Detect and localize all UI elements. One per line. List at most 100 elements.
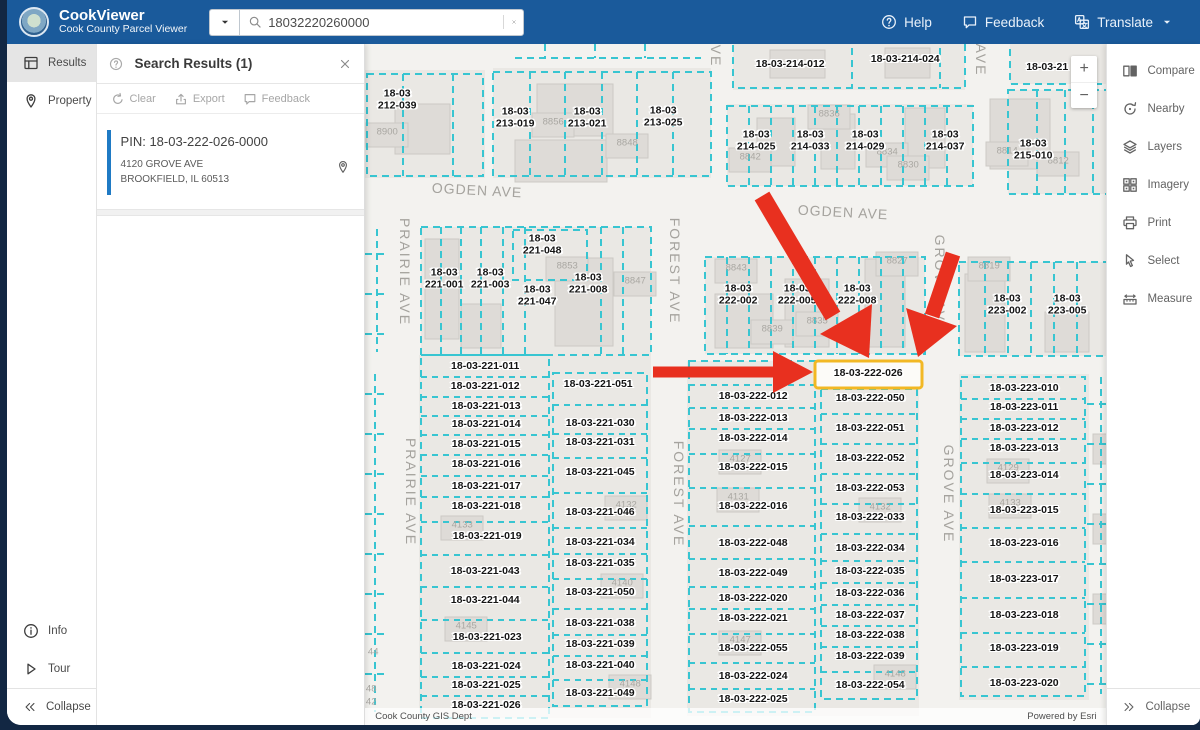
parcel-label[interactable]: 18-03-221-030 <box>566 418 635 430</box>
parcel-label[interactable]: 18-03-222-025 <box>719 694 788 706</box>
parcel-label[interactable]: 18-03-222-014 <box>719 433 788 445</box>
tool-compare-button[interactable]: Compare <box>1107 52 1200 90</box>
parcel-label[interactable]: 18-03-221-016 <box>452 459 521 471</box>
parcel-label[interactable]: 18-03-221-039 <box>566 639 635 651</box>
map-viewport[interactable]: OGDEN AVEOGDEN AVEPRAIRIE AVEPRAIRIE AVE… <box>365 44 1106 725</box>
tool-select-button[interactable]: Select <box>1107 242 1200 280</box>
feedback-button[interactable]: Feedback <box>962 14 1044 30</box>
parcel-label[interactable]: 18-03 221-048 <box>523 233 562 257</box>
sidebar-item-info[interactable]: Info <box>7 612 96 650</box>
parcel-label[interactable]: 18-03-222-020 <box>719 593 788 605</box>
parcel-label[interactable]: 18-03-223-013 <box>990 443 1059 455</box>
parcel-label[interactable]: 18-03-221-045 <box>566 467 635 479</box>
parcel-label[interactable]: 18-03-222-053 <box>836 483 905 495</box>
tool-measure-button[interactable]: Measure <box>1107 280 1200 318</box>
tool-print-button[interactable]: Print <box>1107 204 1200 242</box>
parcel-label[interactable]: 18-03-223-018 <box>990 610 1059 622</box>
parcel-label[interactable]: 18-03-222-048 <box>719 538 788 550</box>
zoom-out-button[interactable]: − <box>1071 82 1097 108</box>
parcel-label[interactable]: 18-03-221-038 <box>566 618 635 630</box>
parcel-label[interactable]: 18-03-222-051 <box>836 423 905 435</box>
parcel-label[interactable]: 18-03-221-012 <box>451 381 520 393</box>
parcel-label[interactable]: 18-03 214-029 <box>846 129 885 153</box>
parcel-label[interactable]: 18-03-223-020 <box>990 678 1059 690</box>
tool-nearby-button[interactable]: Nearby <box>1107 90 1200 128</box>
parcel-label[interactable]: 18-03 214-025 <box>737 129 776 153</box>
parcel-label[interactable]: 18-03-221-034 <box>566 537 635 549</box>
parcel-label[interactable]: 18-03 213-021 <box>568 106 607 130</box>
parcel-label[interactable]: 18-03-222-015 <box>719 462 788 474</box>
parcel-label[interactable]: 18-03-222-055 <box>719 643 788 655</box>
parcel-label[interactable]: 18-03-221-043 <box>451 566 520 578</box>
parcel-label[interactable]: 18-03-222-049 <box>719 568 788 580</box>
parcel-label[interactable]: 18-03-221-025 <box>452 680 521 692</box>
parcel-label[interactable]: 18-03-221-014 <box>452 419 521 431</box>
parcel-label[interactable]: 18-03-221-013 <box>452 401 521 413</box>
parcel-label[interactable]: 18-03-221-035 <box>566 558 635 570</box>
parcel-label[interactable]: 18-03-21 <box>1026 62 1068 74</box>
parcel-label[interactable]: 18-03-221-051 <box>564 379 633 391</box>
parcel-label[interactable]: 18-03-221-040 <box>566 660 635 672</box>
parcel-label[interactable]: 18-03-214-012 <box>756 59 825 71</box>
parcel-label[interactable]: 18-03-222-016 <box>719 501 788 513</box>
sidebar-item-property[interactable]: Property <box>7 82 96 120</box>
result-card[interactable]: PIN: 18-03-222-026-0000 4120 GROVE AVE B… <box>107 128 365 197</box>
left-collapse-button[interactable]: Collapse <box>7 689 96 725</box>
parcel-label[interactable]: 18-03 221-003 <box>471 267 510 291</box>
translate-button[interactable]: Translate <box>1074 14 1174 30</box>
parcel-label[interactable]: 18-03-223-015 <box>990 505 1059 517</box>
parcel-label[interactable]: 18-03-222-0 <box>720 367 777 379</box>
help-button[interactable]: Help <box>881 14 932 30</box>
search-clear-icon[interactable] <box>503 15 517 29</box>
parcel-label[interactable]: 18-03-223-014 <box>990 470 1059 482</box>
panel-help-icon[interactable] <box>109 57 123 71</box>
parcel-label[interactable]: 18-03-221-044 <box>451 595 520 607</box>
parcel-label[interactable]: 18-03 215-010 <box>1014 138 1053 162</box>
toolbar-export-button[interactable]: Export <box>174 92 225 106</box>
parcel-label[interactable]: 18-03 221-047 <box>518 284 557 308</box>
parcel-label[interactable]: 18-03-222-038 <box>836 630 905 642</box>
parcel-label[interactable]: 18-03 223-005 <box>1048 293 1087 317</box>
parcel-label[interactable]: 18-03-221-018 <box>452 501 521 513</box>
parcel-label[interactable]: 18-03 213-019 <box>496 106 535 130</box>
parcel-label[interactable]: 18-03-221-031 <box>566 437 635 449</box>
parcel-label[interactable]: 18-03-223-012 <box>990 423 1059 435</box>
parcel-label[interactable]: 18-03-223-010 <box>990 383 1059 395</box>
parcel-label[interactable]: 18-03 222-005 <box>778 283 817 307</box>
parcel-label[interactable]: 18-03-223-019 <box>990 643 1059 655</box>
toolbar-feedback-button[interactable]: Feedback <box>243 92 310 106</box>
parcel-label[interactable]: 18-03-222-036 <box>836 588 905 600</box>
tool-imagery-button[interactable]: Imagery <box>1107 166 1200 204</box>
sidebar-item-tour[interactable]: Tour <box>7 650 96 688</box>
parcel-label[interactable]: 18-03-221-011 <box>451 361 519 373</box>
parcel-label[interactable]: 18-03 214-037 <box>926 129 965 153</box>
parcel-label[interactable]: 18-03-221-050 <box>566 587 635 599</box>
parcel-label[interactable]: 18-03-222-037 <box>836 610 905 622</box>
parcel-label[interactable]: 18-03 213-025 <box>644 105 683 129</box>
parcel-label[interactable]: 18-03-222-054 <box>836 680 905 692</box>
parcel-label[interactable]: 18-03-223-011 <box>990 402 1058 414</box>
parcel-label[interactable]: 18-03-221-019 <box>453 531 522 543</box>
parcel-label[interactable]: 18-03-221-049 <box>566 688 635 700</box>
right-collapse-button[interactable]: Collapse <box>1107 689 1200 725</box>
zoom-in-button[interactable]: + <box>1071 56 1097 82</box>
panel-close-icon[interactable] <box>338 57 352 71</box>
parcel-label[interactable]: 18-03-223-017 <box>990 574 1059 586</box>
parcel-label[interactable]: 18-03-222-050 <box>836 393 905 405</box>
search-input[interactable] <box>268 15 497 30</box>
parcel-label[interactable]: 18-03-221-015 <box>452 439 521 451</box>
parcel-label[interactable]: 18-03 221-001 <box>425 267 464 291</box>
parcel-label[interactable]: 18-03 221-008 <box>569 272 608 296</box>
parcel-label[interactable]: 18-03-222-052 <box>836 453 905 465</box>
parcel-label[interactable]: 18-03 222-008 <box>838 283 877 307</box>
parcel-label[interactable]: 18-03-222-039 <box>836 651 905 663</box>
parcel-label[interactable]: 18-03 212-039 <box>378 88 417 112</box>
parcel-label[interactable]: 18-03-222-012 <box>719 391 788 403</box>
parcel-label[interactable]: 18-03-222-024 <box>719 671 788 683</box>
highlighted-parcel-label[interactable]: 18-03-222-026 <box>834 368 903 380</box>
parcel-label[interactable]: 18-03 222-002 <box>719 283 758 307</box>
parcel-label[interactable]: 18-03-221-024 <box>452 661 521 673</box>
search-type-dropdown[interactable] <box>209 9 239 36</box>
parcel-label[interactable]: 18-03-222-013 <box>719 413 788 425</box>
tool-layers-button[interactable]: Layers <box>1107 128 1200 166</box>
